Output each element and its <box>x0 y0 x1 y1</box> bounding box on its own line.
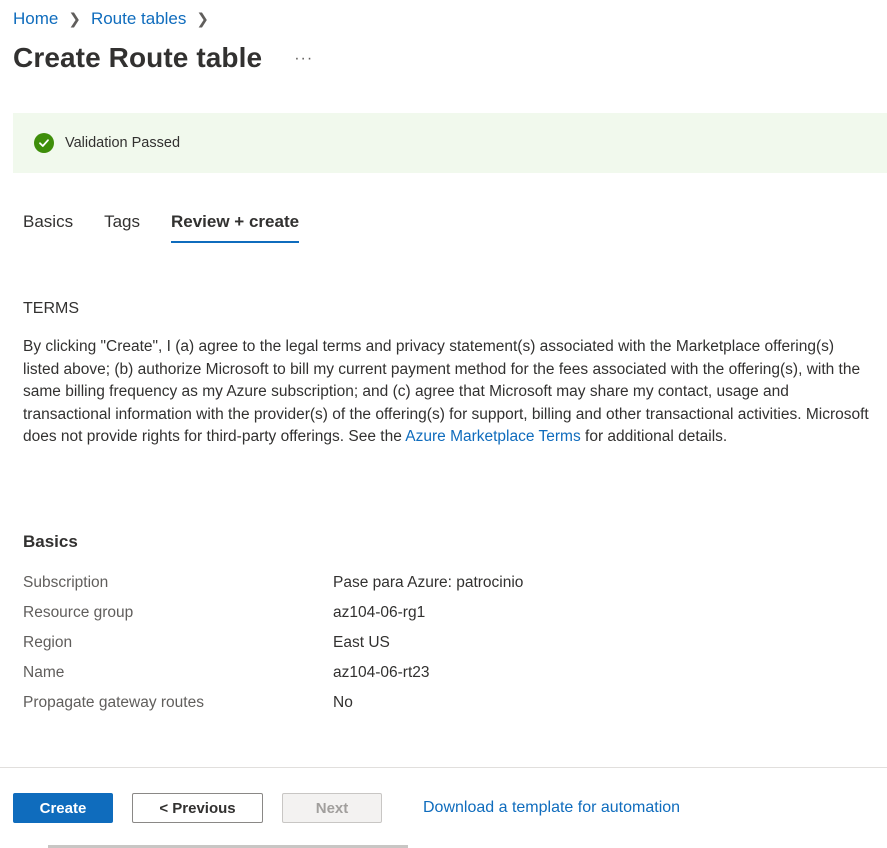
footer-actions: Create < Previous Next Download a templa… <box>13 793 680 823</box>
basics-heading: Basics <box>23 532 78 551</box>
title-row: Create Route table ··· <box>13 42 313 74</box>
previous-button[interactable]: < Previous <box>132 793 263 823</box>
breadcrumb-home-link[interactable]: Home <box>13 9 58 29</box>
summary-value: No <box>333 694 353 711</box>
summary-value: East US <box>333 634 390 651</box>
footer-divider <box>0 767 887 768</box>
basics-summary: Subscription Pase para Azure: patrocinio… <box>23 568 863 718</box>
breadcrumb-route-tables-link[interactable]: Route tables <box>91 9 186 29</box>
tab-tags[interactable]: Tags <box>104 212 140 243</box>
validation-banner: Validation Passed <box>13 113 887 173</box>
terms-body: By clicking "Create", I (a) agree to the… <box>23 336 869 449</box>
chevron-right-icon: ❯ <box>196 11 209 28</box>
download-template-link[interactable]: Download a template for automation <box>423 799 680 817</box>
summary-row-subscription: Subscription Pase para Azure: patrocinio <box>23 568 863 598</box>
more-options-icon[interactable]: ··· <box>294 50 313 68</box>
validation-text: Validation Passed <box>65 135 181 151</box>
tab-review-create[interactable]: Review + create <box>171 212 300 243</box>
breadcrumb: Home ❯ Route tables ❯ <box>13 9 219 29</box>
summary-row-region: Region East US <box>23 628 863 658</box>
summary-label: Name <box>23 664 65 681</box>
page-title: Create Route table <box>13 42 263 73</box>
summary-label: Resource group <box>23 604 134 621</box>
tab-basics[interactable]: Basics <box>23 212 73 243</box>
terms-text-end: for additional details. <box>580 428 728 446</box>
summary-label: Region <box>23 634 73 651</box>
create-button[interactable]: Create <box>13 793 113 823</box>
summary-value: Pase para Azure: patrocinio <box>333 574 524 591</box>
next-button: Next <box>282 793 382 823</box>
summary-row-name: Name az104-06-rt23 <box>23 658 863 688</box>
marketplace-terms-link[interactable]: Azure Marketplace Terms <box>405 428 580 445</box>
summary-row-resource-group: Resource group az104-06-rg1 <box>23 598 863 628</box>
summary-value: az104-06-rt23 <box>333 664 430 681</box>
summary-row-propagate-gateway-routes: Propagate gateway routes No <box>23 688 863 718</box>
summary-value: az104-06-rg1 <box>333 604 426 621</box>
success-check-icon <box>34 133 54 153</box>
chevron-right-icon: ❯ <box>68 11 81 28</box>
terms-heading: TERMS <box>23 300 79 317</box>
summary-label: Subscription <box>23 574 109 591</box>
summary-label: Propagate gateway routes <box>23 694 204 711</box>
tab-bar: Basics Tags Review + create <box>23 212 330 243</box>
